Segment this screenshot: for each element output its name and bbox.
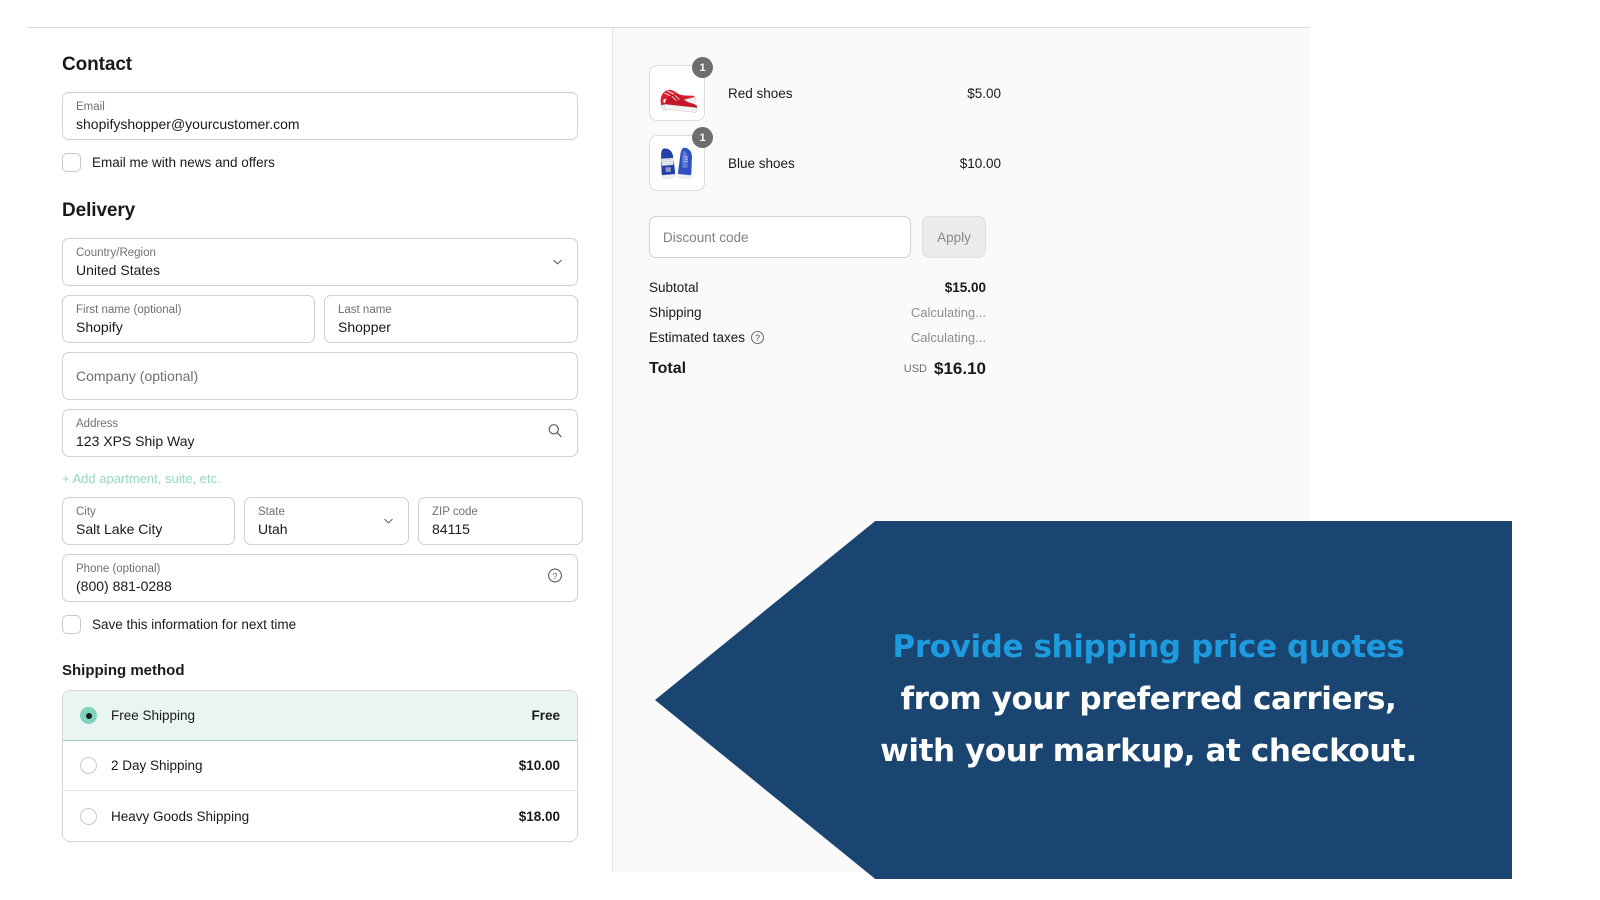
radio-free-shipping[interactable] <box>80 707 97 724</box>
apply-discount-button[interactable]: Apply <box>922 216 986 258</box>
shipping-option-price: Free <box>531 708 560 723</box>
country-label: Country/Region <box>76 247 156 259</box>
zip-code-field[interactable]: ZIP code 84115 <box>418 497 583 545</box>
subtotal-label: Subtotal <box>649 280 699 295</box>
newsletter-checkbox-row[interactable]: Email me with news and offers <box>62 153 612 172</box>
shipping-method-heading: Shipping method <box>62 662 185 679</box>
first-name-field[interactable]: First name (optional) Shopify <box>62 295 315 343</box>
company-placeholder: Company (optional) <box>76 368 199 384</box>
question-circle-icon[interactable]: ? <box>751 331 765 344</box>
address-field[interactable]: Address 123 XPS Ship Way <box>62 409 578 457</box>
chevron-down-icon <box>383 516 394 527</box>
zip-label: ZIP code <box>432 506 478 518</box>
shipping-option-price: $18.00 <box>518 808 560 824</box>
delivery-heading: Delivery <box>62 200 136 221</box>
svg-text:?: ? <box>553 571 558 581</box>
country-value: United States <box>76 262 161 278</box>
discount-code-input[interactable]: Discount code <box>649 216 911 258</box>
state-label: State <box>258 506 285 518</box>
phone-value: (800) 881-0288 <box>76 578 172 594</box>
newsletter-checkbox[interactable] <box>62 153 81 172</box>
taxes-label: Estimated taxes <box>649 330 746 345</box>
order-line-item: 1 Blue shoes $10.00 <box>649 127 1310 198</box>
add-apartment-link[interactable]: + Add apartment, suite, etc. <box>62 471 221 486</box>
item-price: $5.00 <box>967 85 1001 101</box>
banner-line-3: with your markup, at checkout. <box>880 732 1417 769</box>
state-value: Utah <box>258 521 288 537</box>
subtotal-row: Subtotal $15.00 <box>649 280 986 295</box>
shipping-option-free-shipping[interactable]: Free Shipping Free <box>63 691 577 741</box>
state-select[interactable]: State Utah <box>244 497 409 545</box>
banner-line-2: from your preferred carriers, <box>900 681 1397 718</box>
radio-2-day-shipping[interactable] <box>80 757 97 774</box>
shipping-option-2-day-shipping[interactable]: 2 Day Shipping $10.00 <box>63 741 577 791</box>
checkout-form-column: Contact Email shopifyshopper@yourcustome… <box>28 28 613 872</box>
shipping-option-name: Free Shipping <box>111 708 196 723</box>
question-circle-icon[interactable]: ? <box>547 568 563 589</box>
last-name-label: Last name <box>338 304 392 316</box>
taxes-row: Estimated taxes ? Calculating... <box>649 330 986 345</box>
address-label: Address <box>76 418 119 430</box>
city-value: Salt Lake City <box>76 521 163 537</box>
address-value: 123 XPS Ship Way <box>76 433 195 449</box>
shipping-option-heavy-goods-shipping[interactable]: Heavy Goods Shipping $18.00 <box>63 791 577 841</box>
shipping-option-name: Heavy Goods Shipping <box>111 808 250 824</box>
save-info-checkbox-row[interactable]: Save this information for next time <box>62 615 612 634</box>
email-label: Email <box>76 101 105 113</box>
name-row: First name (optional) Shopify Last name … <box>62 295 612 343</box>
item-price: $10.00 <box>959 155 1001 171</box>
checkout-page: Contact Email shopifyshopper@yourcustome… <box>0 0 1600 900</box>
shipping-option-name: 2 Day Shipping <box>111 758 203 773</box>
totals-section: Subtotal $15.00 Shipping Calculating... … <box>649 280 986 379</box>
newsletter-label: Email me with news and offers <box>92 155 275 170</box>
first-name-label: First name (optional) <box>76 304 182 316</box>
item-name: Blue shoes <box>728 155 795 171</box>
email-field[interactable]: Email shopifyshopper@yourcustomer.com <box>62 92 578 140</box>
product-thumbnail-wrap: 1 <box>649 127 713 191</box>
chevron-down-icon <box>552 257 563 268</box>
shipping-value: Calculating... <box>910 305 986 320</box>
currency-code: USD <box>903 363 927 375</box>
shipping-label: Shipping <box>649 305 702 320</box>
save-info-label: Save this information for next time <box>92 617 297 632</box>
city-field[interactable]: City Salt Lake City <box>62 497 235 545</box>
discount-row: Discount code Apply <box>649 216 1310 258</box>
total-value: $16.10 <box>934 359 986 378</box>
search-icon[interactable] <box>547 423 563 444</box>
taxes-value: Calculating... <box>910 330 986 345</box>
product-thumbnail-wrap: 1 <box>649 57 713 121</box>
subtotal-value: $15.00 <box>944 280 986 295</box>
country-region-select[interactable]: Country/Region United States <box>62 238 578 286</box>
shipping-method-list: Free Shipping Free 2 Day Shipping $10.00… <box>62 690 578 842</box>
city-state-zip-row: City Salt Lake City State Utah ZIP code … <box>62 497 612 545</box>
contact-heading: Contact <box>62 54 133 75</box>
last-name-field[interactable]: Last name Shopper <box>324 295 578 343</box>
email-value: shopifyshopper@yourcustomer.com <box>76 116 300 132</box>
item-quantity-badge: 1 <box>692 127 713 148</box>
shipping-row: Shipping Calculating... <box>649 305 986 320</box>
banner-line-1: Provide shipping price quotes <box>892 629 1405 666</box>
order-line-item: 1 Red shoes $5.00 <box>649 57 1310 128</box>
phone-label: Phone (optional) <box>76 563 161 575</box>
city-label: City <box>76 506 96 518</box>
shipping-option-price: $10.00 <box>518 758 560 773</box>
last-name-value: Shopper <box>338 319 391 335</box>
item-name: Red shoes <box>728 85 793 101</box>
phone-field[interactable]: Phone (optional) (800) 881-0288 ? <box>62 554 578 602</box>
company-field[interactable]: Company (optional) <box>62 352 578 400</box>
item-quantity-badge: 1 <box>692 57 713 78</box>
radio-heavy-goods-shipping[interactable] <box>80 807 97 825</box>
save-info-checkbox[interactable] <box>62 615 81 634</box>
zip-value: 84115 <box>432 521 470 537</box>
first-name-value: Shopify <box>76 319 123 335</box>
total-label: Total <box>649 360 687 377</box>
total-row: Total USD $16.10 <box>649 359 986 379</box>
